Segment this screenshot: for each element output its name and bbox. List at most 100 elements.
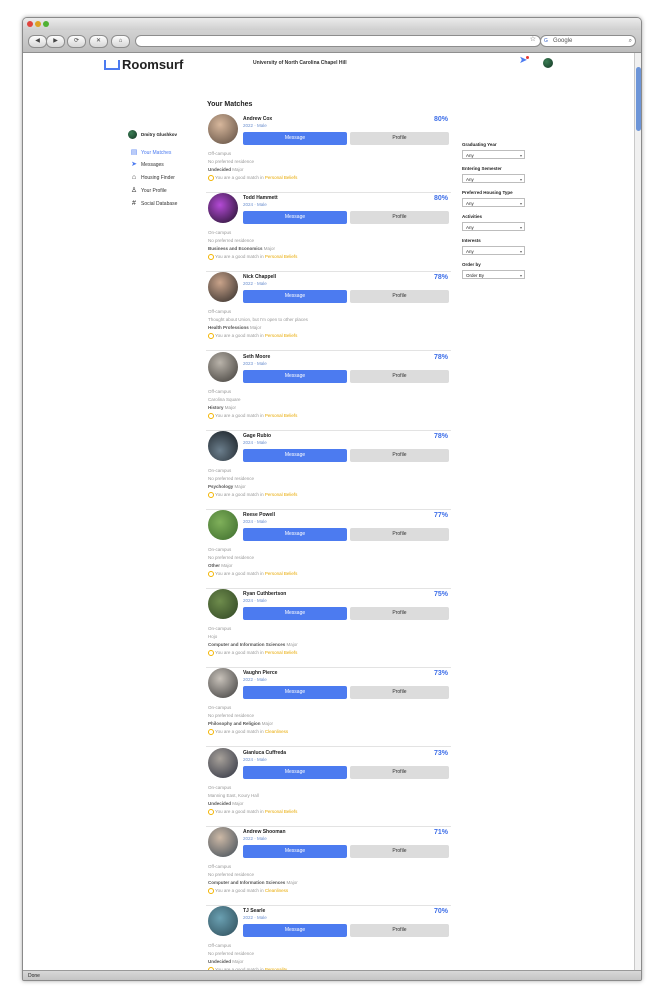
message-button[interactable]: Message bbox=[243, 686, 347, 700]
match-name[interactable]: Andrew Shooman bbox=[243, 829, 286, 835]
message-button[interactable]: Message bbox=[243, 448, 347, 462]
profile-button[interactable]: Profile bbox=[350, 844, 449, 858]
match-name[interactable]: Ryan Cuthbertson bbox=[243, 591, 286, 597]
filter-order-by-select[interactable]: Order By ▾ bbox=[462, 270, 525, 279]
scrollbar-thumb[interactable] bbox=[636, 67, 641, 131]
window-titlebar bbox=[23, 18, 641, 30]
profile-button[interactable]: Profile bbox=[350, 211, 449, 225]
profile-button[interactable]: Profile bbox=[350, 369, 449, 383]
message-button[interactable]: Message bbox=[243, 211, 347, 225]
match-compatibility: You are a good match in Personal Beliefs bbox=[208, 571, 297, 577]
sidebar-item-social-database[interactable]: # Social Database bbox=[128, 199, 200, 209]
match-name[interactable]: TJ Searle bbox=[243, 908, 265, 914]
message-button[interactable]: Message bbox=[243, 924, 347, 937]
smiley-icon bbox=[208, 491, 214, 498]
profile-button[interactable]: Profile bbox=[350, 686, 449, 700]
match-card: Andrew Shooman 2022 · Male 71% Message Profi… bbox=[206, 826, 451, 906]
match-percent: 73% bbox=[433, 749, 448, 757]
zoom-window-icon[interactable] bbox=[43, 21, 49, 27]
match-photo[interactable] bbox=[208, 668, 238, 699]
chevron-down-icon: ▾ bbox=[519, 273, 522, 278]
match-percent: 80% bbox=[433, 116, 448, 123]
match-major: Undecided Major bbox=[208, 959, 244, 964]
message-button[interactable]: Message bbox=[243, 528, 347, 541]
match-photo[interactable] bbox=[208, 351, 238, 382]
smiley-icon bbox=[208, 650, 214, 657]
filter-housing-type-select[interactable]: Any ▾ bbox=[462, 198, 525, 207]
match-meta: 2022 · Male bbox=[243, 281, 267, 287]
forward-button[interactable]: ▶ bbox=[46, 35, 65, 48]
match-photo[interactable] bbox=[208, 272, 238, 303]
filter-entering-semester-select[interactable]: Any ▾ bbox=[462, 174, 525, 183]
logo-bed-icon bbox=[104, 60, 120, 70]
message-button[interactable]: Message bbox=[243, 844, 347, 858]
filter-graduating-year-select[interactable]: Any ▾ bbox=[462, 150, 525, 159]
match-major: Computer and Information Sciences Major bbox=[208, 879, 298, 885]
match-meta: 2022 · Male bbox=[243, 677, 267, 683]
match-photo[interactable] bbox=[208, 906, 238, 936]
match-card: Gage Rubio 2024 · Male 78% Message Profile On… bbox=[206, 430, 451, 510]
match-name[interactable]: Andrew Cox bbox=[243, 116, 272, 122]
hashtag-icon: # bbox=[132, 200, 136, 207]
message-button[interactable]: Message bbox=[243, 132, 347, 145]
match-photo[interactable] bbox=[208, 826, 238, 857]
close-window-icon[interactable] bbox=[27, 21, 33, 27]
match-residence: No preferred residence bbox=[208, 871, 255, 877]
house-icon: ⌂ bbox=[131, 174, 137, 181]
home-button[interactable]: ⌂ bbox=[111, 35, 130, 48]
message-button[interactable]: Message bbox=[243, 607, 347, 621]
user-icon: ♙ bbox=[130, 187, 138, 194]
match-name[interactable]: Seth Moore bbox=[243, 354, 270, 360]
match-photo[interactable] bbox=[208, 114, 238, 144]
minimize-window-icon[interactable] bbox=[35, 21, 41, 27]
stop-button[interactable]: ✕ bbox=[89, 35, 108, 48]
match-name[interactable]: Gage Rubio bbox=[243, 433, 271, 439]
sidebar-avatar bbox=[128, 130, 137, 139]
message-button[interactable]: Message bbox=[243, 290, 347, 304]
message-button[interactable]: Message bbox=[243, 765, 347, 779]
match-name[interactable]: Todd Hammett bbox=[243, 195, 278, 201]
profile-button[interactable]: Profile bbox=[350, 132, 449, 145]
match-housing: Off-campus bbox=[208, 943, 232, 948]
profile-button[interactable]: Profile bbox=[350, 448, 449, 462]
match-major: Psychology Major bbox=[208, 483, 246, 489]
match-photo[interactable] bbox=[208, 193, 238, 224]
sidebar-item-housing-finder[interactable]: ⌂ Housing Finder bbox=[128, 173, 200, 183]
reload-button[interactable]: ⟳ bbox=[67, 35, 86, 48]
match-card: Seth Moore 2023 · Male 78% Message Profile Of… bbox=[206, 351, 451, 431]
match-name[interactable]: Vaughn Pierce bbox=[243, 670, 277, 676]
bookmark-star-icon[interactable]: ☆ bbox=[530, 35, 536, 43]
match-photo[interactable] bbox=[208, 430, 238, 461]
match-compatibility: You are a good match in Personal Beliefs bbox=[208, 333, 297, 340]
match-photo[interactable] bbox=[208, 747, 238, 778]
address-bar[interactable]: ☆ bbox=[135, 35, 541, 47]
sidebar-item-messages[interactable]: ➤ Messages bbox=[128, 160, 200, 170]
school-name: University of North Carolina Chapel Hill bbox=[253, 60, 347, 66]
match-photo[interactable] bbox=[208, 510, 238, 540]
profile-button[interactable]: Profile bbox=[350, 528, 449, 541]
message-button[interactable]: Message bbox=[243, 369, 347, 383]
match-card: Reese Powell 2024 · Male 77% Message Profile… bbox=[206, 509, 451, 589]
search-engine-icon[interactable]: G bbox=[544, 36, 548, 46]
match-name[interactable]: Nick Chappell bbox=[243, 274, 276, 280]
profile-button[interactable]: Profile bbox=[350, 607, 449, 621]
match-photo[interactable] bbox=[208, 589, 238, 620]
sidebar-item-your-profile[interactable]: ♙ Your Profile bbox=[128, 186, 200, 196]
chevron-down-icon: ▾ bbox=[519, 153, 522, 158]
profile-button[interactable]: Profile bbox=[350, 765, 449, 779]
sidebar-item-your-matches[interactable]: ▤ Your Matches bbox=[128, 148, 200, 158]
profile-button[interactable]: Profile bbox=[350, 290, 449, 304]
magnifier-icon[interactable]: ⌕ bbox=[629, 36, 632, 46]
filter-interests-select[interactable]: Any ▾ bbox=[462, 246, 525, 255]
match-meta: 2022 · Male bbox=[243, 835, 267, 841]
profile-button[interactable]: Profile bbox=[350, 924, 449, 937]
page-scrollbar[interactable] bbox=[634, 53, 641, 970]
back-button[interactable]: ◀ bbox=[28, 35, 47, 48]
match-name[interactable]: Reese Powell bbox=[243, 512, 275, 518]
search-input[interactable]: G Google ⌕ bbox=[540, 35, 636, 47]
site-logo[interactable]: Roomsurf bbox=[104, 57, 183, 72]
filter-activities-select[interactable]: Any ▾ bbox=[462, 222, 525, 231]
match-name[interactable]: Gianluca Cuffreda bbox=[243, 750, 286, 756]
filter-label-activities: Activities bbox=[462, 214, 483, 219]
user-avatar-header[interactable] bbox=[543, 58, 553, 68]
